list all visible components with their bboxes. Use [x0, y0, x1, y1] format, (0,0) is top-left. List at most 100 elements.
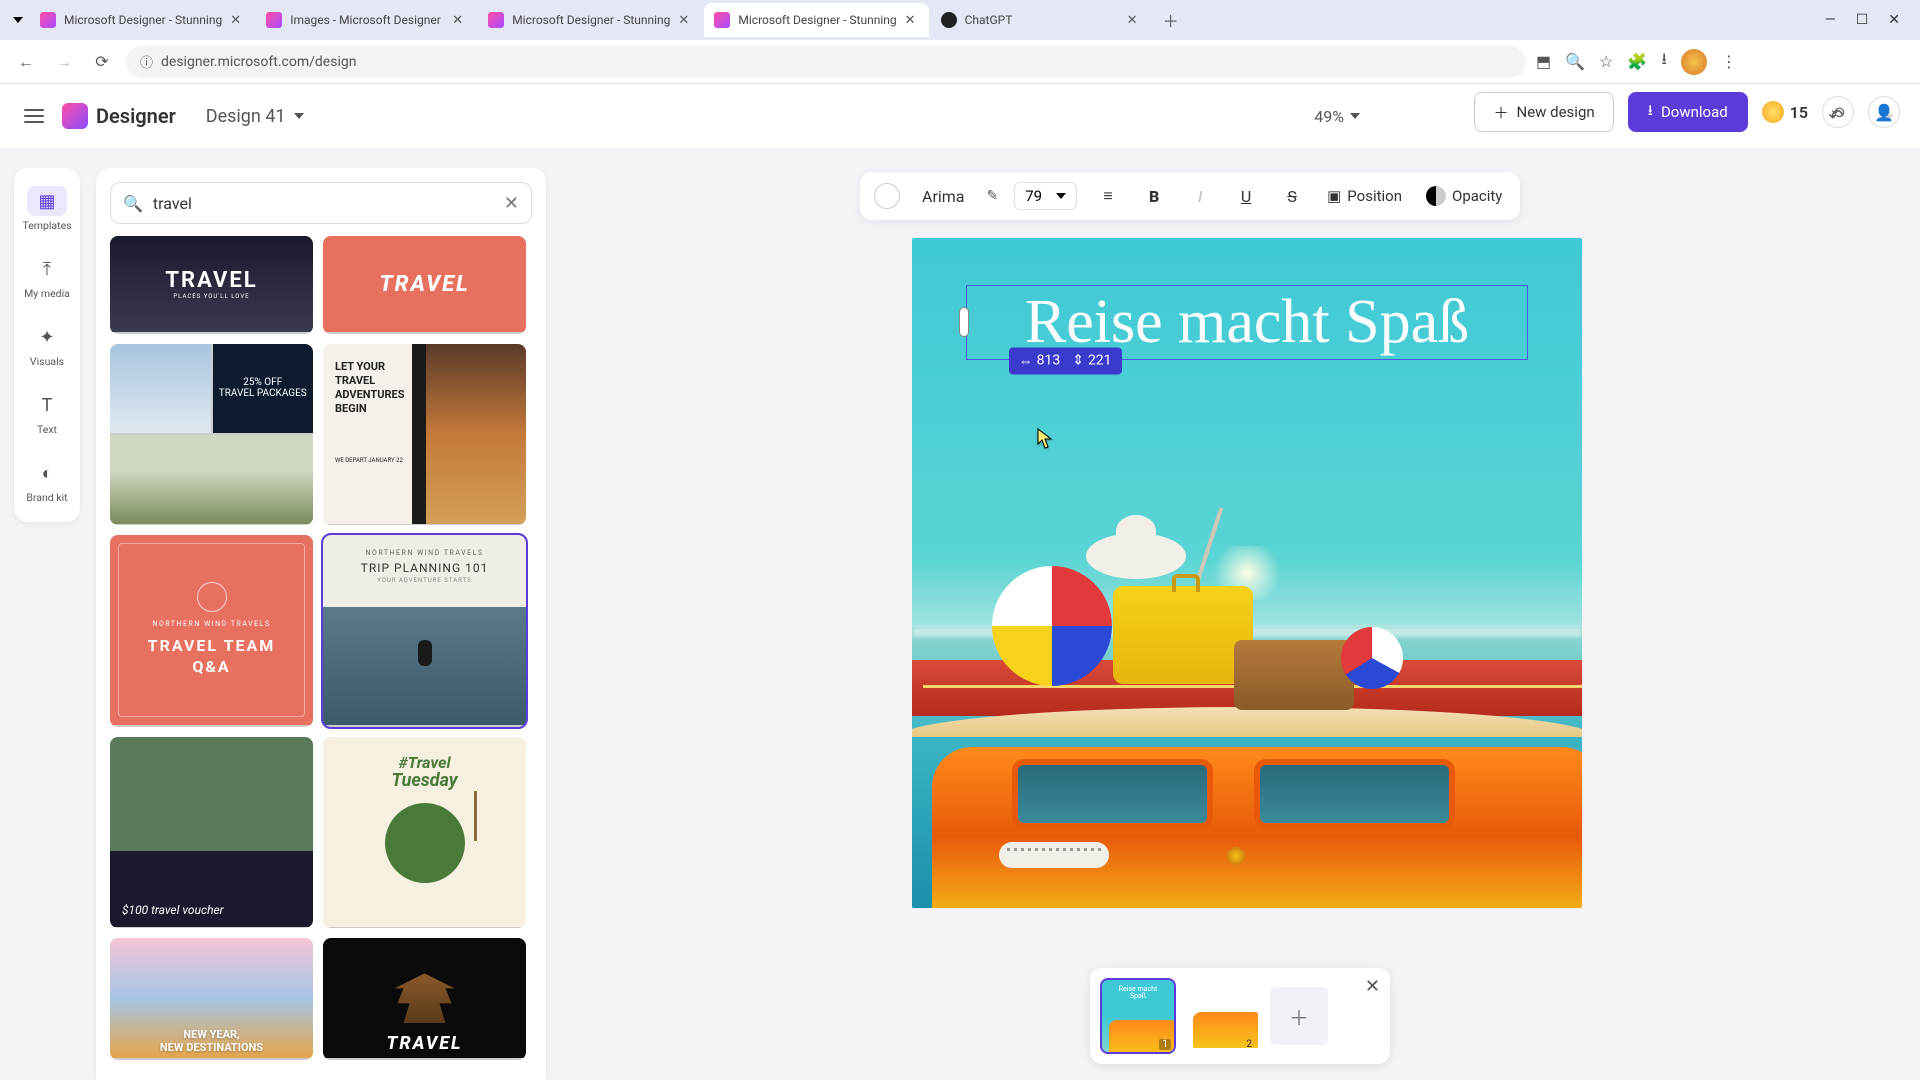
- kebab-menu-icon[interactable]: ⋮: [1721, 52, 1737, 71]
- new-design-label: New design: [1517, 103, 1595, 121]
- edit-font-icon[interactable]: ✎: [986, 188, 998, 204]
- hamburger-menu[interactable]: [20, 102, 48, 130]
- designer-logo[interactable]: Designer: [62, 103, 176, 129]
- template-search-input[interactable]: 🔍 travel ✕: [110, 182, 532, 224]
- rail-tab-visuals[interactable]: ✦ Visuals: [19, 314, 75, 376]
- designer-favicon: [714, 12, 730, 28]
- canvas-object-ball[interactable]: [1341, 627, 1403, 689]
- thumb-text: Reise macht Spaß: [1102, 986, 1174, 1000]
- rail-tab-mymedia[interactable]: ⤒ My media: [19, 246, 75, 308]
- close-icon[interactable]: ✕: [905, 13, 919, 28]
- designer-favicon: [488, 12, 504, 28]
- zoom-control[interactable]: 49%: [1314, 107, 1360, 126]
- canvas-object-suitcase[interactable]: [1113, 586, 1253, 684]
- add-page-button[interactable]: ＋: [1270, 987, 1328, 1045]
- rail-tab-text[interactable]: T Text: [19, 382, 75, 444]
- font-size-value: 79: [1025, 187, 1042, 205]
- account-button[interactable]: 👤: [1868, 96, 1900, 128]
- document-name-dropdown[interactable]: Design 41: [206, 106, 304, 127]
- extension-icon[interactable]: 🧩: [1627, 52, 1647, 71]
- text-color-swatch[interactable]: [874, 183, 900, 209]
- layers-icon: ▣: [1327, 187, 1341, 205]
- rail-label: My media: [24, 287, 70, 300]
- close-strip-button[interactable]: ✕: [1365, 976, 1380, 997]
- downloads-icon[interactable]: ⭳: [1661, 48, 1667, 75]
- download-label: Download: [1661, 103, 1728, 121]
- browser-tab[interactable]: ChatGPT✕: [931, 3, 1151, 37]
- page-thumbnail-2[interactable]: 2: [1186, 980, 1258, 1052]
- context-toolbar: Arima ✎ 79 ≡ B I U S ▣ Position Opacity: [860, 172, 1520, 220]
- close-icon[interactable]: ✕: [678, 13, 692, 28]
- template-card[interactable]: 25% OFFTRAVEL PACKAGES: [110, 344, 313, 526]
- profile-avatar[interactable]: [1681, 49, 1707, 75]
- browser-tab[interactable]: Microsoft Designer - Stunning✕: [478, 3, 702, 37]
- designer-favicon: [40, 12, 56, 28]
- template-card[interactable]: #TravelTuesday: [323, 737, 526, 929]
- font-family-selector[interactable]: Arima: [916, 187, 970, 206]
- italic-button[interactable]: I: [1185, 181, 1215, 211]
- template-card[interactable]: LET YOUR TRAVEL ADVENTURES BEGINWE DEPAR…: [323, 344, 526, 526]
- design-canvas[interactable]: Reise macht Spaß ⇔ 813 ⇕ 221: [912, 238, 1582, 908]
- template-card[interactable]: TRAVELPLACES YOU'LL LOVE: [110, 236, 313, 334]
- canvas-object-hat[interactable]: [1086, 533, 1186, 579]
- text-align-button[interactable]: ≡: [1093, 181, 1123, 211]
- address-bar[interactable]: ⓘ designer.microsoft.com/design: [126, 46, 1526, 78]
- download-button[interactable]: ⭳ Download: [1628, 92, 1748, 132]
- page-number: 2: [1243, 1039, 1255, 1050]
- template-text: TRAVEL TEAM Q&A: [148, 636, 276, 678]
- position-button[interactable]: ▣ Position: [1323, 187, 1406, 205]
- new-tab-button[interactable]: ＋: [1157, 6, 1185, 34]
- designer-favicon: [266, 12, 282, 28]
- template-card[interactable]: TRAVEL: [323, 938, 526, 1060]
- back-button[interactable]: ←: [12, 48, 40, 76]
- clear-search-button[interactable]: ✕: [504, 193, 519, 214]
- template-grid[interactable]: TRAVELPLACES YOU'LL LOVE TRAVEL 25% OFFT…: [110, 236, 532, 1060]
- template-card[interactable]: NEW YEAR,NEW DESTINATIONS: [110, 938, 313, 1060]
- zoom-icon[interactable]: 🔍: [1565, 52, 1585, 71]
- site-info-icon[interactable]: ⓘ: [140, 52, 153, 71]
- close-icon[interactable]: ✕: [230, 13, 244, 28]
- resize-handle-left[interactable]: [959, 307, 969, 337]
- canvas-text[interactable]: Reise macht Spaß: [967, 290, 1528, 355]
- reload-button[interactable]: ⟳: [88, 48, 116, 76]
- tab-list-button[interactable]: [8, 10, 28, 30]
- selected-text-element[interactable]: Reise macht Spaß ⇔ 813 ⇕ 221: [966, 285, 1529, 360]
- template-card[interactable]: NORTHERN WIND TRAVELSTRAVEL TEAM Q&A: [110, 535, 313, 727]
- underline-button[interactable]: U: [1231, 181, 1261, 211]
- side-rail: ▦ Templates ⤒ My media ✦ Visuals T Text …: [14, 168, 80, 522]
- canvas-object-beachball[interactable]: [992, 566, 1112, 686]
- forward-button[interactable]: →: [50, 48, 78, 76]
- rail-label: Templates: [22, 219, 71, 232]
- bold-button[interactable]: B: [1139, 181, 1169, 211]
- browser-tab[interactable]: Images - Microsoft Designer✕: [256, 3, 476, 37]
- rail-tab-templates[interactable]: ▦ Templates: [19, 178, 75, 240]
- close-window-button[interactable]: ✕: [1888, 12, 1900, 28]
- template-card[interactable]: TRAVEL: [323, 236, 526, 334]
- minimize-button[interactable]: —: [1825, 12, 1836, 28]
- tab-label: Microsoft Designer - Stunning: [64, 13, 222, 27]
- template-text: NEW DESTINATIONS: [160, 1041, 263, 1054]
- search-value: travel: [153, 194, 494, 213]
- canvas-object-car[interactable]: [932, 747, 1582, 908]
- opacity-button[interactable]: Opacity: [1422, 186, 1506, 206]
- credits-badge[interactable]: 15: [1762, 101, 1808, 123]
- maximize-button[interactable]: ☐: [1856, 12, 1869, 28]
- template-card-selected[interactable]: NORTHERN WIND TRAVELSTRIP PLANNING 101YO…: [323, 535, 526, 727]
- install-app-icon[interactable]: ⬒: [1536, 52, 1551, 71]
- page-thumbnail-1[interactable]: Reise macht Spaß 1: [1102, 980, 1174, 1052]
- new-design-button[interactable]: ＋ New design: [1474, 92, 1613, 132]
- close-icon[interactable]: ✕: [1127, 13, 1141, 28]
- font-size-selector[interactable]: 79: [1014, 182, 1077, 210]
- share-button[interactable]: ⟲: [1822, 96, 1854, 128]
- brand-name: Designer: [96, 104, 176, 128]
- browser-tab[interactable]: Microsoft Designer - Stunning ✕: [30, 3, 254, 37]
- strikethrough-button[interactable]: S: [1277, 181, 1307, 211]
- browser-tab-active[interactable]: Microsoft Designer - Stunning✕: [704, 3, 928, 37]
- close-icon[interactable]: ✕: [452, 13, 466, 28]
- rail-tab-brandkit[interactable]: ◐ Brand kit: [19, 450, 75, 512]
- template-text: TRAVEL: [165, 268, 257, 293]
- template-card[interactable]: $100 travel voucher: [110, 737, 313, 929]
- bookmark-icon[interactable]: ☆: [1599, 52, 1613, 71]
- canvas-object-suitcase[interactable]: [1234, 640, 1354, 710]
- search-icon: 🔍: [123, 194, 143, 213]
